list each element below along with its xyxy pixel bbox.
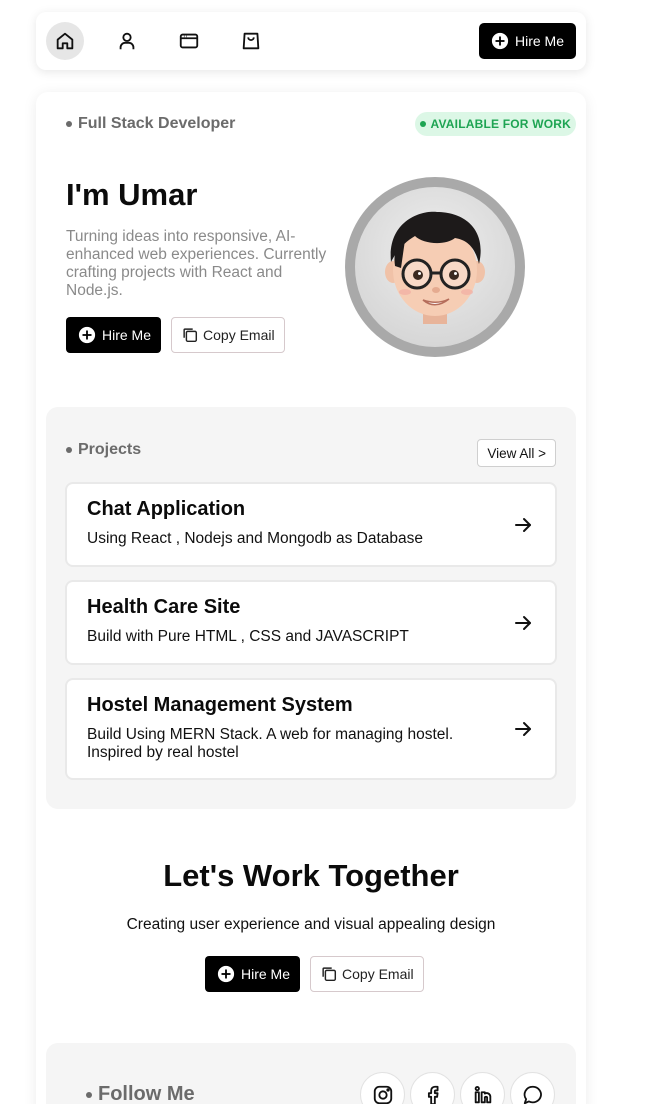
nav-hire-button[interactable]: Hire Me [478, 23, 576, 59]
bullet-dot [66, 447, 72, 453]
copy-icon [183, 328, 198, 343]
shopping-bag-icon[interactable] [232, 22, 270, 60]
project-title: Hostel Management System [87, 694, 353, 716]
linkedin-icon[interactable] [460, 1072, 505, 1104]
page: Hire Me Full Stack Developer AVAILABLE F… [0, 0, 662, 1104]
project-description: Using React , Nodejs and Mongodb as Data… [87, 530, 424, 547]
plus-circle-icon [491, 32, 509, 50]
copy-email-label: Copy Email [342, 966, 414, 982]
availability-text: AVAILABLE FOR WORK [430, 117, 571, 131]
copy-email-button[interactable]: Copy Email [310, 956, 424, 992]
plus-circle-icon [78, 326, 96, 344]
follow-heading-text: Follow Me [98, 1083, 195, 1104]
home-icon[interactable] [46, 22, 84, 60]
facebook-icon[interactable] [410, 1072, 455, 1104]
plus-circle-icon [217, 965, 235, 983]
main-card: Full Stack Developer AVAILABLE FOR WORK … [36, 92, 586, 1104]
availability-badge: AVAILABLE FOR WORK [414, 112, 576, 136]
hero-description: Turning ideas into responsive, AI-enhanc… [66, 228, 327, 299]
copy-icon [322, 967, 337, 982]
arrow-right-icon [515, 722, 531, 736]
project-description: Build with Pure HTML , CSS and JAVASCRIP… [87, 628, 409, 645]
projects-heading-text: Projects [78, 441, 142, 458]
arrow-right-icon [515, 517, 531, 532]
work-together-title: Let's Work Together [163, 858, 459, 893]
status-dot [419, 121, 426, 127]
view-all-button[interactable]: View All > [477, 439, 556, 467]
instagram-icon[interactable] [360, 1072, 405, 1104]
project-card[interactable]: Health Care Site Build with Pure HTML , … [65, 580, 557, 665]
copy-email-label: Copy Email [203, 327, 275, 343]
avatar [345, 177, 525, 357]
hire-me-label: Hire Me [241, 966, 291, 982]
hire-me-button[interactable]: Hire Me [66, 317, 162, 353]
follow-section: Follow Me [46, 1043, 576, 1104]
role-text: Full Stack Developer [78, 115, 236, 132]
copy-email-button[interactable]: Copy Email [171, 317, 285, 353]
avatar-image [355, 187, 515, 347]
chat-icon[interactable] [510, 1072, 555, 1104]
project-title: Chat Application [87, 498, 246, 520]
browser-window-icon[interactable] [170, 22, 208, 60]
user-icon[interactable] [108, 22, 146, 60]
top-nav: Hire Me [36, 12, 586, 70]
bullet-dot [86, 1091, 92, 1098]
work-together-subtitle: Creating user experience and visual appe… [126, 916, 496, 933]
projects-heading: Projects [66, 441, 141, 459]
project-card[interactable]: Hostel Management System Build Using MER… [65, 678, 557, 780]
nav-hire-label: Hire Me [514, 33, 564, 49]
hero-buttons: Hire Me Copy Email [66, 317, 285, 353]
hire-me-button[interactable]: Hire Me [205, 956, 301, 992]
arrow-right-icon [515, 615, 531, 630]
hero-title: I'm Umar [66, 177, 198, 212]
social-links [360, 1072, 555, 1104]
hire-me-label: Hire Me [102, 327, 152, 343]
role-label: Full Stack Developer [66, 115, 235, 133]
project-card[interactable]: Chat Application Using React , Nodejs an… [65, 482, 557, 567]
projects-section: Projects View All > Chat Application Usi… [46, 407, 576, 809]
bullet-dot [66, 121, 72, 127]
project-description: Build Using MERN Stack. A web for managi… [87, 726, 454, 761]
project-title: Health Care Site [87, 596, 241, 618]
work-together-buttons: Hire Me Copy Email [205, 956, 424, 992]
follow-heading: Follow Me [86, 1083, 195, 1104]
